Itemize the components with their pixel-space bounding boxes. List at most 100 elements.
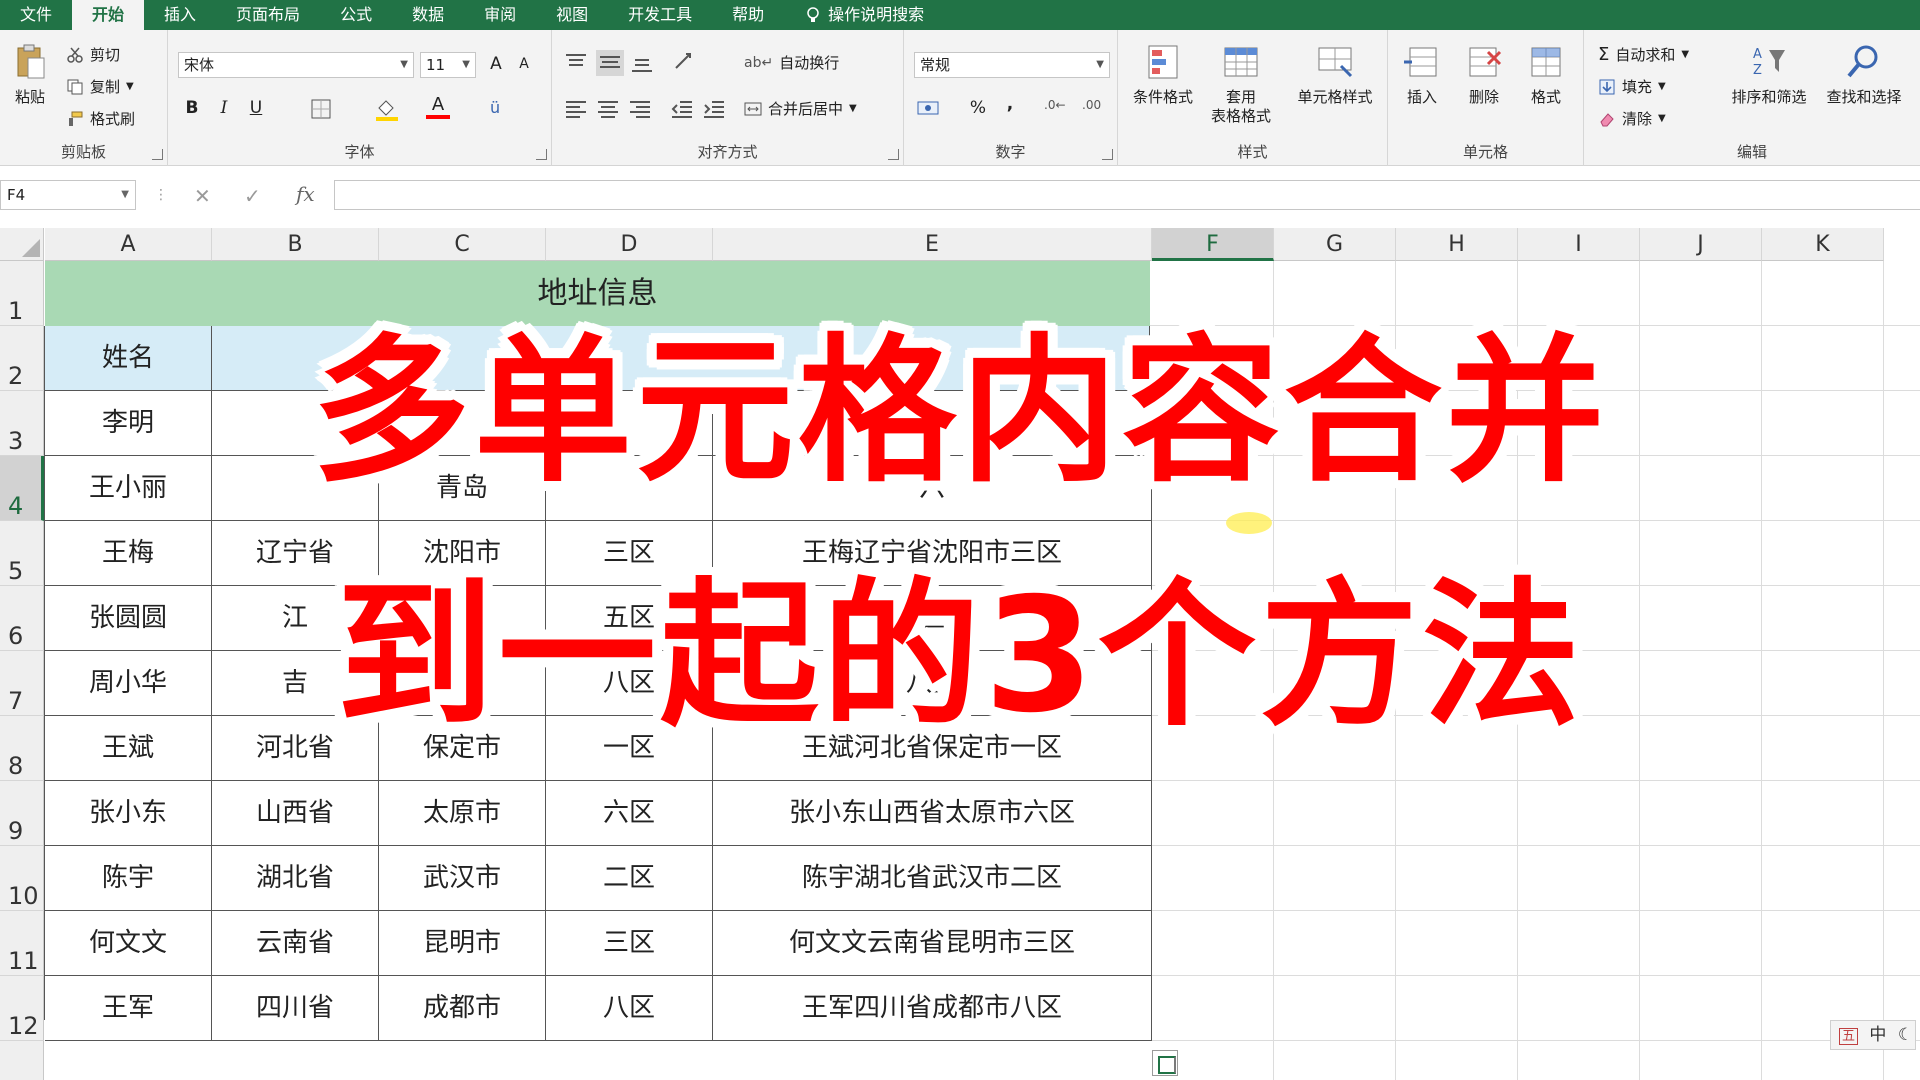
align-bottom-icon[interactable] bbox=[630, 52, 654, 74]
table-cell[interactable]: 二区 bbox=[546, 846, 713, 911]
align-middle-icon[interactable] bbox=[596, 50, 624, 76]
table-cell[interactable]: 王军四川省成都市八区 bbox=[713, 976, 1152, 1041]
table-cell[interactable]: 张小东 bbox=[45, 781, 212, 846]
table-cell[interactable] bbox=[212, 456, 379, 521]
table-cell[interactable]: 州市 bbox=[379, 586, 546, 651]
currency-icon[interactable] bbox=[916, 98, 942, 120]
font-size-select[interactable]: 11 ▼ bbox=[420, 52, 476, 78]
table-cell[interactable] bbox=[379, 391, 546, 456]
table-cell[interactable]: 王小丽 bbox=[45, 456, 212, 521]
table-cell[interactable]: 武汉市 bbox=[379, 846, 546, 911]
tab-view[interactable]: 视图 bbox=[536, 0, 608, 30]
row-header-10[interactable]: 10 bbox=[0, 846, 44, 911]
delete-cells-button[interactable]: 删除 bbox=[1454, 42, 1514, 107]
align-right-icon[interactable] bbox=[628, 98, 652, 120]
table-cell[interactable]: 青岛 bbox=[379, 456, 546, 521]
align-top-icon[interactable] bbox=[564, 52, 588, 74]
table-cell[interactable] bbox=[546, 391, 713, 456]
table-cell[interactable]: 保定市 bbox=[379, 716, 546, 781]
column-header-c[interactable]: C bbox=[379, 228, 546, 261]
worksheet-grid[interactable]: ABCDEFGHIJK 12345678910111213 地址信息 姓名 李明… bbox=[0, 228, 1920, 1080]
decrease-indent-icon[interactable] bbox=[670, 98, 694, 120]
table-title-cell[interactable]: 地址信息 bbox=[45, 261, 1150, 326]
table-cell[interactable]: 何文文云南省昆明市三区 bbox=[713, 911, 1152, 976]
table-cell[interactable]: 州市 bbox=[379, 651, 546, 716]
decrease-decimal-icon[interactable]: .00 bbox=[1082, 98, 1101, 112]
row-header-11[interactable]: 11 bbox=[0, 911, 44, 976]
table-cell[interactable]: 何文文 bbox=[45, 911, 212, 976]
tab-review[interactable]: 审阅 bbox=[464, 0, 536, 30]
copy-button[interactable]: 复制 ▼ bbox=[66, 76, 134, 97]
wrap-text-button[interactable]: ab↵ 自动换行 bbox=[744, 52, 839, 73]
table-cell[interactable]: 河北省 bbox=[212, 716, 379, 781]
header-fill-cell[interactable] bbox=[212, 326, 1150, 391]
font-name-select[interactable]: 宋体 ▼ bbox=[178, 52, 414, 78]
format-as-table-button[interactable]: 套用 表格格式 bbox=[1202, 42, 1280, 126]
table-cell[interactable]: 王梅 bbox=[45, 521, 212, 586]
tab-data[interactable]: 数据 bbox=[392, 0, 464, 30]
percent-button[interactable]: % bbox=[966, 98, 990, 118]
tab-home[interactable]: 开始 bbox=[72, 0, 145, 30]
tab-formulas[interactable]: 公式 bbox=[320, 0, 392, 30]
orientation-icon[interactable] bbox=[672, 50, 696, 74]
table-cell[interactable] bbox=[713, 391, 1152, 456]
column-header-a[interactable]: A bbox=[45, 228, 212, 261]
table-cell[interactable]: 一区 bbox=[546, 716, 713, 781]
table-cell[interactable]: 太原市 bbox=[379, 781, 546, 846]
row-header-2[interactable]: 2 bbox=[0, 326, 44, 391]
comma-button[interactable]: , bbox=[998, 94, 1022, 114]
select-all-button[interactable] bbox=[0, 228, 44, 261]
tab-help[interactable]: 帮助 bbox=[712, 0, 784, 30]
column-header-i[interactable]: I bbox=[1518, 228, 1640, 261]
table-cell[interactable] bbox=[546, 456, 713, 521]
table-cell[interactable]: 周小华 bbox=[45, 651, 212, 716]
column-header-d[interactable]: D bbox=[546, 228, 713, 261]
grow-font-button[interactable]: A bbox=[484, 54, 508, 74]
font-launcher[interactable] bbox=[536, 149, 547, 160]
formula-input[interactable] bbox=[334, 180, 1920, 210]
phonetic-icon[interactable]: ü bbox=[490, 98, 500, 117]
font-color-button[interactable]: A bbox=[426, 94, 450, 119]
table-cell[interactable]: 三区 bbox=[546, 911, 713, 976]
table-cell[interactable]: 山西省 bbox=[212, 781, 379, 846]
insert-cells-button[interactable]: 插入 bbox=[1392, 42, 1452, 107]
row-header-4[interactable]: 4 bbox=[0, 456, 44, 521]
row-header-8[interactable]: 8 bbox=[0, 716, 44, 781]
merge-center-button[interactable]: 合并后居中 ▼ bbox=[744, 98, 857, 119]
row-header-12[interactable]: 12 bbox=[0, 976, 44, 1041]
table-cell[interactable]: 八区 bbox=[546, 651, 713, 716]
table-cell[interactable]: 辽宁省 bbox=[212, 521, 379, 586]
table-cell[interactable]: 五区 bbox=[546, 586, 713, 651]
table-cell[interactable]: 张小东山西省太原市六区 bbox=[713, 781, 1152, 846]
row-header-7[interactable]: 7 bbox=[0, 651, 44, 716]
enter-icon[interactable]: ✓ bbox=[244, 184, 261, 208]
tab-developer[interactable]: 开发工具 bbox=[608, 0, 712, 30]
name-box[interactable]: F4 ▼ bbox=[0, 180, 136, 210]
cancel-icon[interactable]: ✕ bbox=[194, 184, 211, 208]
table-cell[interactable]: 沈阳市 bbox=[379, 521, 546, 586]
tab-file[interactable]: 文件 bbox=[0, 0, 72, 30]
column-header-g[interactable]: G bbox=[1274, 228, 1396, 261]
table-cell[interactable]: 江 bbox=[212, 586, 379, 651]
table-cell[interactable]: 吉 bbox=[212, 651, 379, 716]
column-header-f[interactable]: F bbox=[1152, 228, 1274, 261]
paste-button[interactable]: 粘贴 bbox=[2, 42, 58, 107]
row-header-6[interactable]: 6 bbox=[0, 586, 44, 651]
column-header-h[interactable]: H bbox=[1396, 228, 1518, 261]
underline-button[interactable]: U bbox=[244, 98, 268, 118]
number-format-select[interactable]: 常规 ▼ bbox=[914, 52, 1110, 78]
sort-filter-button[interactable]: AZ 排序和筛选 bbox=[1724, 42, 1814, 107]
row-header-3[interactable]: 3 bbox=[0, 391, 44, 456]
tell-me-search[interactable]: 操作说明搜索 bbox=[784, 0, 944, 30]
ime-indicator[interactable]: 五 中 ☾ bbox=[1830, 1020, 1916, 1050]
table-cell[interactable]: 云南省 bbox=[212, 911, 379, 976]
table-cell[interactable]: 八区 bbox=[713, 651, 1152, 716]
quick-analysis-icon[interactable] bbox=[1152, 1050, 1178, 1076]
table-cell[interactable]: 六区 bbox=[546, 781, 713, 846]
row-header-1[interactable]: 1 bbox=[0, 261, 44, 326]
row-header-9[interactable]: 9 bbox=[0, 781, 44, 846]
increase-decimal-icon[interactable]: .0← bbox=[1044, 98, 1066, 112]
table-cell[interactable]: 八区 bbox=[546, 976, 713, 1041]
row-header-5[interactable]: 5 bbox=[0, 521, 44, 586]
format-painter-button[interactable]: 格式刷 bbox=[66, 108, 135, 129]
